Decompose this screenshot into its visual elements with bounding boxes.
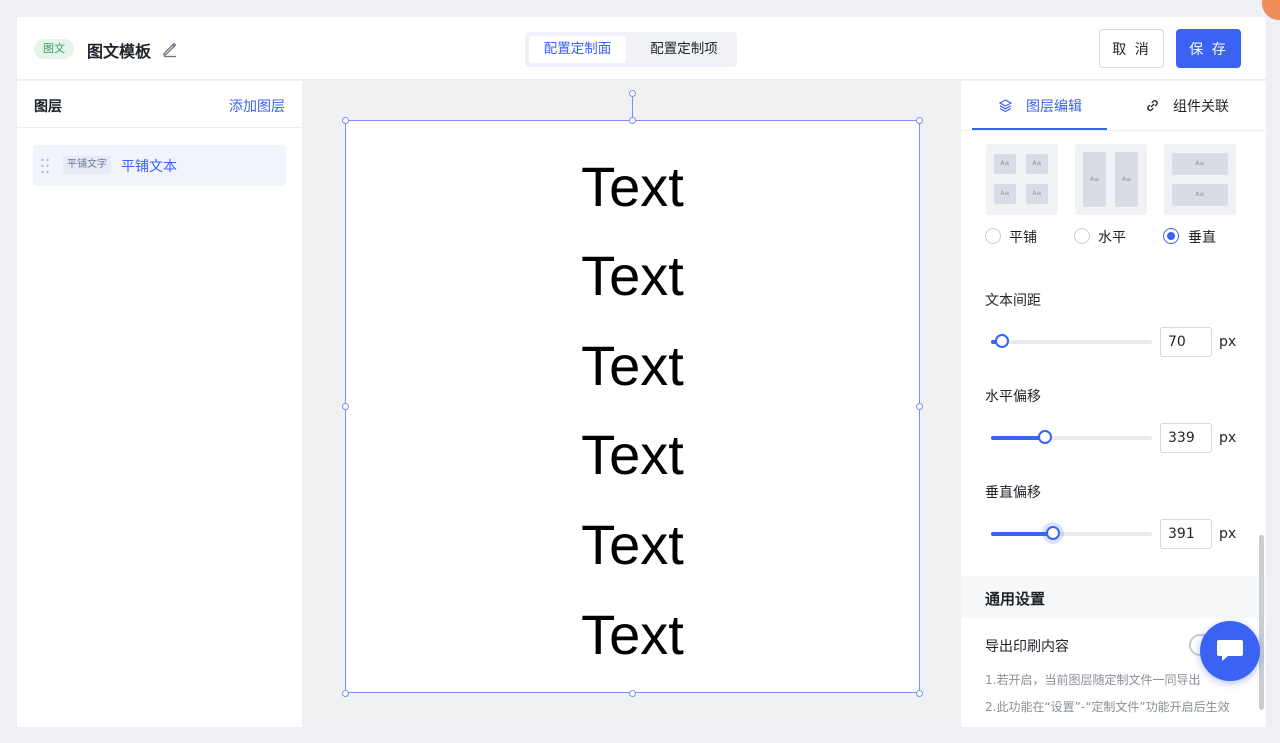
radio-horizontal-label: 水平: [1098, 230, 1126, 246]
tile-cell: A≡: [994, 154, 1016, 174]
layers-icon: [998, 99, 1013, 113]
resize-handle-l[interactable]: [342, 403, 349, 410]
layers-title: 图层: [34, 99, 62, 115]
slider-thumb[interactable]: [1046, 526, 1060, 540]
tile-cell: A≡: [1172, 153, 1228, 175]
v-offset-input[interactable]: [1160, 519, 1212, 549]
resize-handle-br[interactable]: [916, 690, 923, 697]
canvas-text: Text: [581, 334, 684, 397]
resize-handle-r[interactable]: [916, 403, 923, 410]
tile-cell: A≡: [1083, 152, 1106, 207]
h-offset-slider[interactable]: [991, 430, 1152, 444]
h-offset-unit: px: [1219, 430, 1237, 446]
rotate-handle[interactable]: [629, 90, 636, 97]
slider-fill: [991, 532, 1054, 536]
add-layer-button[interactable]: 添加图层: [229, 96, 285, 116]
tab-config-items[interactable]: 配置定制项: [635, 36, 733, 63]
radio-tile-label: 平铺: [1009, 230, 1037, 246]
v-offset-unit: px: [1219, 526, 1237, 542]
canvas-text: Text: [581, 423, 684, 486]
page-title: 图文模板: [87, 42, 152, 61]
resize-handle-tl[interactable]: [342, 117, 349, 124]
tab-config-surface[interactable]: 配置定制面: [529, 36, 626, 63]
layer-type-tag: 平铺文字: [63, 156, 111, 174]
chat-icon: [1217, 640, 1243, 661]
canvas-text: Text: [581, 603, 684, 666]
save-button-label: 保 存: [1189, 41, 1228, 58]
properties-tabs: 图层编辑 组件关联: [961, 81, 1266, 131]
panel-scrollbar[interactable]: [1259, 535, 1264, 710]
text-spacing-label: 文本间距: [985, 293, 1041, 309]
cancel-button[interactable]: 取 消: [1099, 29, 1164, 68]
v-offset-slider[interactable]: [991, 526, 1152, 540]
layers-panel: 图层 添加图层 平铺文字 平铺文本: [17, 81, 302, 727]
tab-layer-edit[interactable]: 图层编辑: [1026, 96, 1082, 116]
slider-thumb[interactable]: [995, 334, 1009, 348]
drag-handle-icon[interactable]: [40, 158, 50, 174]
tile-cell: A≡: [1026, 154, 1048, 174]
cancel-button-label: 取 消: [1112, 41, 1151, 58]
tile-cell: A≡: [1026, 184, 1048, 204]
h-offset-label: 水平偏移: [985, 389, 1041, 405]
resize-handle-bl[interactable]: [342, 690, 349, 697]
active-tab-indicator: [972, 128, 1107, 130]
radio-tile[interactable]: [985, 228, 1001, 244]
resize-handle-tr[interactable]: [916, 117, 923, 124]
text-spacing-unit: px: [1219, 334, 1237, 350]
export-print-label: 导出印刷内容: [985, 639, 1069, 655]
export-note-2: 2.此功能在“设置”-“定制文件”功能开启后生效: [985, 700, 1230, 714]
layer-item[interactable]: 平铺文字 平铺文本: [33, 145, 286, 186]
canvas-text: Text: [581, 244, 684, 307]
radio-vertical[interactable]: [1163, 228, 1179, 244]
general-settings-title: 通用设置: [985, 590, 1046, 608]
config-tabs: 配置定制面 配置定制项: [525, 32, 737, 67]
general-settings-header: 通用设置: [961, 576, 1266, 618]
resize-handle-b[interactable]: [629, 690, 636, 697]
template-type-tag: 图文: [34, 39, 74, 59]
tab-component-link[interactable]: 组件关联: [1173, 96, 1229, 116]
layout-vertical-preview[interactable]: A≡ A≡: [1164, 144, 1236, 215]
layer-name: 平铺文本: [121, 159, 177, 175]
text-spacing-slider[interactable]: [991, 334, 1152, 348]
export-note-1: 1.若开启，当前图层随定制文件一同导出: [985, 673, 1201, 687]
radio-vertical-label: 垂直: [1188, 230, 1216, 246]
tile-cell: A≡: [994, 184, 1016, 204]
text-spacing-input[interactable]: [1160, 327, 1212, 357]
v-offset-label: 垂直偏移: [985, 485, 1041, 501]
link-icon: [1147, 100, 1158, 111]
canvas-text: Text: [581, 155, 684, 218]
layout-horizontal-preview[interactable]: A≡ A≡: [1075, 144, 1147, 215]
layout-tile-preview[interactable]: A≡ A≡ A≡ A≡: [986, 144, 1058, 215]
canvas-text: Text: [581, 513, 684, 576]
radio-horizontal[interactable]: [1074, 228, 1090, 244]
slider-thumb[interactable]: [1038, 430, 1052, 444]
chat-support-button[interactable]: [1200, 621, 1260, 681]
app-frame: 图文 图文模板 配置定制面 配置定制项 取 消 保 存 图层 添加图层 平铺文字…: [17, 17, 1266, 727]
design-canvas[interactable]: Text Text Text Text Text Text: [345, 120, 920, 693]
tile-cell: A≡: [1115, 152, 1138, 207]
tile-cell: A≡: [1172, 184, 1228, 206]
layers-panel-header: 图层 添加图层: [17, 81, 302, 128]
save-button[interactable]: 保 存: [1176, 29, 1241, 68]
top-header: 图文 图文模板 配置定制面 配置定制项 取 消 保 存: [17, 17, 1266, 80]
h-offset-input[interactable]: [1160, 423, 1212, 453]
resize-handle-t[interactable]: [629, 117, 636, 124]
edit-icon[interactable]: [161, 40, 179, 58]
